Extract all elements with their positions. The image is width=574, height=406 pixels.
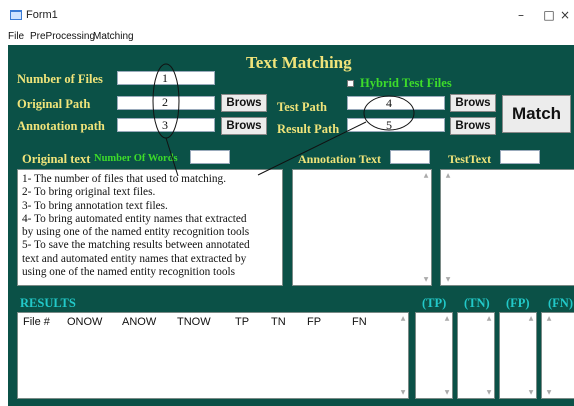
callout-4: 4 bbox=[386, 96, 392, 110]
callout-5: 5 bbox=[386, 118, 392, 132]
callout-pointer-left bbox=[165, 137, 179, 177]
callout-1: 1 bbox=[162, 71, 168, 85]
callout-3: 3 bbox=[162, 118, 168, 132]
callout-overlay: 1 2 3 4 5 bbox=[152, 63, 415, 177]
callout-2: 2 bbox=[162, 95, 168, 109]
callout-pointer-right bbox=[257, 121, 367, 176]
